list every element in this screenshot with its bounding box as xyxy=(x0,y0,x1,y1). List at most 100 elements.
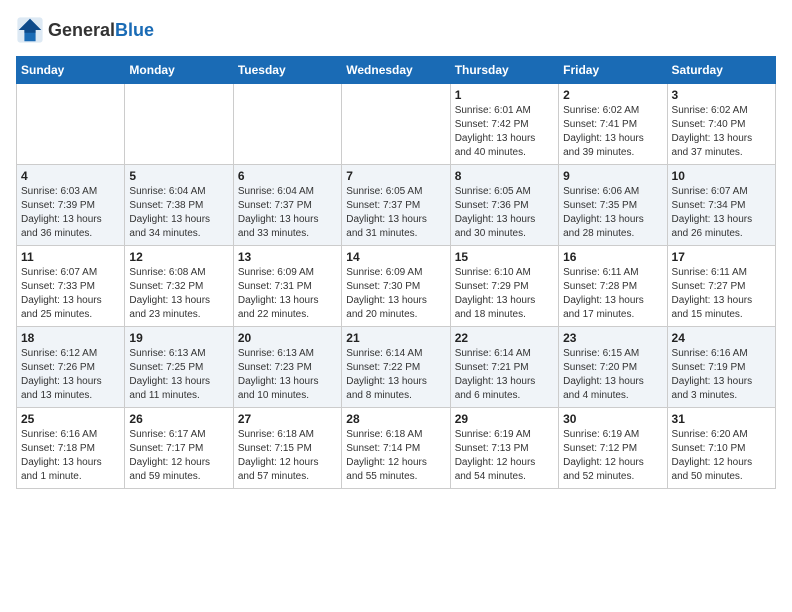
calendar-cell: 15Sunrise: 6:10 AM Sunset: 7:29 PM Dayli… xyxy=(450,246,558,327)
calendar-cell: 18 Sunrise: 6:12 AM Sunset: 7:26 PM Dayli… xyxy=(17,327,125,408)
logo-text: GeneralBlue xyxy=(48,20,154,41)
day-info: Sunrise: 6:05 AM Sunset: 7:37 PM Dayligh… xyxy=(346,185,445,241)
day-number: 26 xyxy=(129,412,228,426)
day-info: Sunrise: 6:11 AM Sunset: 7:27 PM Dayligh… xyxy=(672,266,771,322)
calendar-week-row: 11 Sunrise: 6:07 AM Sunset: 7:33 PM Dayli… xyxy=(17,246,776,327)
day-number: 5 xyxy=(129,169,228,183)
day-number: 10 xyxy=(672,169,771,183)
day-number: 6 xyxy=(238,169,337,183)
day-info: Sunrise: 6:07 AM Sunset: 7:34 PM Dayligh… xyxy=(672,185,771,241)
day-number: 29 xyxy=(455,412,554,426)
day-info: Sunrise: 6:20 AM Sunset: 7:10 PM Dayligh… xyxy=(672,428,771,484)
day-info: Sunrise: 6:16 AM Sunset: 7:19 PM Dayligh… xyxy=(672,347,771,403)
calendar-cell: 9 Sunrise: 6:06 AM Sunset: 7:35 PM Daylig… xyxy=(559,165,667,246)
calendar-cell: 26 Sunrise: 6:17 AM Sunset: 7:17 PM Dayli… xyxy=(125,408,233,489)
day-number: 20 xyxy=(238,331,337,345)
calendar-cell: 31 Sunrise: 6:20 AM Sunset: 7:10 PM Dayli… xyxy=(667,408,775,489)
calendar-cell: 8Sunrise: 6:05 AM Sunset: 7:36 PM Daylig… xyxy=(450,165,558,246)
day-number: 1 xyxy=(455,88,554,102)
day-number: 21 xyxy=(346,331,445,345)
day-number: 30 xyxy=(563,412,662,426)
day-number: 18 xyxy=(21,331,120,345)
weekday-header-wednesday: Wednesday xyxy=(342,57,450,84)
day-number: 8 xyxy=(455,169,554,183)
calendar-cell: 12Sunrise: 6:08 AM Sunset: 7:32 PM Dayli… xyxy=(125,246,233,327)
day-number: 17 xyxy=(672,250,771,264)
day-number: 24 xyxy=(672,331,771,345)
day-info: Sunrise: 6:19 AM Sunset: 7:12 PM Dayligh… xyxy=(563,428,662,484)
calendar-cell: 22Sunrise: 6:14 AM Sunset: 7:21 PM Dayli… xyxy=(450,327,558,408)
day-info: Sunrise: 6:04 AM Sunset: 7:38 PM Dayligh… xyxy=(129,185,228,241)
calendar-week-row: 4 Sunrise: 6:03 AM Sunset: 7:39 PM Daylig… xyxy=(17,165,776,246)
day-number: 11 xyxy=(21,250,120,264)
logo: GeneralBlue xyxy=(16,16,154,44)
calendar-cell: 10 Sunrise: 6:07 AM Sunset: 7:34 PM Dayli… xyxy=(667,165,775,246)
day-info: Sunrise: 6:08 AM Sunset: 7:32 PM Dayligh… xyxy=(129,266,228,322)
day-number: 22 xyxy=(455,331,554,345)
weekday-header-thursday: Thursday xyxy=(450,57,558,84)
calendar-week-row: 25 Sunrise: 6:16 AM Sunset: 7:18 PM Dayli… xyxy=(17,408,776,489)
day-info: Sunrise: 6:17 AM Sunset: 7:17 PM Dayligh… xyxy=(129,428,228,484)
calendar-cell: 23 Sunrise: 6:15 AM Sunset: 7:20 PM Dayli… xyxy=(559,327,667,408)
day-number: 14 xyxy=(346,250,445,264)
calendar-cell: 2 Sunrise: 6:02 AM Sunset: 7:41 PM Daylig… xyxy=(559,84,667,165)
calendar-cell: 14 Sunrise: 6:09 AM Sunset: 7:30 PM Dayli… xyxy=(342,246,450,327)
calendar-cell: 6Sunrise: 6:04 AM Sunset: 7:37 PM Daylig… xyxy=(233,165,341,246)
calendar-table: SundayMondayTuesdayWednesdayThursdayFrid… xyxy=(16,56,776,489)
calendar-cell: 24 Sunrise: 6:16 AM Sunset: 7:19 PM Dayli… xyxy=(667,327,775,408)
day-number: 27 xyxy=(238,412,337,426)
day-number: 31 xyxy=(672,412,771,426)
weekday-header-sunday: Sunday xyxy=(17,57,125,84)
day-info: Sunrise: 6:01 AM Sunset: 7:42 PM Dayligh… xyxy=(455,104,554,160)
calendar-cell: 20 Sunrise: 6:13 AM Sunset: 7:23 PM Dayli… xyxy=(233,327,341,408)
day-info: Sunrise: 6:12 AM Sunset: 7:26 PM Dayligh… xyxy=(21,347,120,403)
day-number: 7 xyxy=(346,169,445,183)
calendar-week-row: 1 Sunrise: 6:01 AM Sunset: 7:42 PM Daylig… xyxy=(17,84,776,165)
day-info: Sunrise: 6:13 AM Sunset: 7:25 PM Dayligh… xyxy=(129,347,228,403)
calendar-cell xyxy=(17,84,125,165)
calendar-cell: 30 Sunrise: 6:19 AM Sunset: 7:12 PM Dayli… xyxy=(559,408,667,489)
calendar-cell: 3Sunrise: 6:02 AM Sunset: 7:40 PM Daylig… xyxy=(667,84,775,165)
logo-icon xyxy=(16,16,44,44)
day-number: 13 xyxy=(238,250,337,264)
day-number: 2 xyxy=(563,88,662,102)
calendar-cell: 16Sunrise: 6:11 AM Sunset: 7:28 PM Dayli… xyxy=(559,246,667,327)
calendar-cell: 5 Sunrise: 6:04 AM Sunset: 7:38 PM Daylig… xyxy=(125,165,233,246)
day-info: Sunrise: 6:13 AM Sunset: 7:23 PM Dayligh… xyxy=(238,347,337,403)
calendar-cell: 19 Sunrise: 6:13 AM Sunset: 7:25 PM Dayli… xyxy=(125,327,233,408)
day-info: Sunrise: 6:18 AM Sunset: 7:14 PM Dayligh… xyxy=(346,428,445,484)
day-number: 23 xyxy=(563,331,662,345)
calendar-cell: 21 Sunrise: 6:14 AM Sunset: 7:22 PM Dayli… xyxy=(342,327,450,408)
day-info: Sunrise: 6:07 AM Sunset: 7:33 PM Dayligh… xyxy=(21,266,120,322)
day-number: 3 xyxy=(672,88,771,102)
weekday-header-row: SundayMondayTuesdayWednesdayThursdayFrid… xyxy=(17,57,776,84)
day-info: Sunrise: 6:15 AM Sunset: 7:20 PM Dayligh… xyxy=(563,347,662,403)
day-number: 4 xyxy=(21,169,120,183)
calendar-cell xyxy=(233,84,341,165)
calendar-cell: 1 Sunrise: 6:01 AM Sunset: 7:42 PM Daylig… xyxy=(450,84,558,165)
calendar-cell: 4 Sunrise: 6:03 AM Sunset: 7:39 PM Daylig… xyxy=(17,165,125,246)
calendar-cell: 29 Sunrise: 6:19 AM Sunset: 7:13 PM Dayli… xyxy=(450,408,558,489)
calendar-cell: 11 Sunrise: 6:07 AM Sunset: 7:33 PM Dayli… xyxy=(17,246,125,327)
calendar-cell: 28Sunrise: 6:18 AM Sunset: 7:14 PM Dayli… xyxy=(342,408,450,489)
day-info: Sunrise: 6:09 AM Sunset: 7:31 PM Dayligh… xyxy=(238,266,337,322)
day-info: Sunrise: 6:14 AM Sunset: 7:22 PM Dayligh… xyxy=(346,347,445,403)
calendar-cell xyxy=(342,84,450,165)
day-info: Sunrise: 6:18 AM Sunset: 7:15 PM Dayligh… xyxy=(238,428,337,484)
page-header: GeneralBlue xyxy=(16,16,776,44)
day-number: 16 xyxy=(563,250,662,264)
day-info: Sunrise: 6:09 AM Sunset: 7:30 PM Dayligh… xyxy=(346,266,445,322)
day-number: 25 xyxy=(21,412,120,426)
day-info: Sunrise: 6:19 AM Sunset: 7:13 PM Dayligh… xyxy=(455,428,554,484)
day-info: Sunrise: 6:02 AM Sunset: 7:41 PM Dayligh… xyxy=(563,104,662,160)
calendar-week-row: 18 Sunrise: 6:12 AM Sunset: 7:26 PM Dayli… xyxy=(17,327,776,408)
day-info: Sunrise: 6:16 AM Sunset: 7:18 PM Dayligh… xyxy=(21,428,120,484)
day-number: 9 xyxy=(563,169,662,183)
calendar-cell: 13 Sunrise: 6:09 AM Sunset: 7:31 PM Dayli… xyxy=(233,246,341,327)
weekday-header-saturday: Saturday xyxy=(667,57,775,84)
calendar-cell: 17 Sunrise: 6:11 AM Sunset: 7:27 PM Dayli… xyxy=(667,246,775,327)
day-info: Sunrise: 6:06 AM Sunset: 7:35 PM Dayligh… xyxy=(563,185,662,241)
day-number: 19 xyxy=(129,331,228,345)
day-info: Sunrise: 6:03 AM Sunset: 7:39 PM Dayligh… xyxy=(21,185,120,241)
weekday-header-monday: Monday xyxy=(125,57,233,84)
